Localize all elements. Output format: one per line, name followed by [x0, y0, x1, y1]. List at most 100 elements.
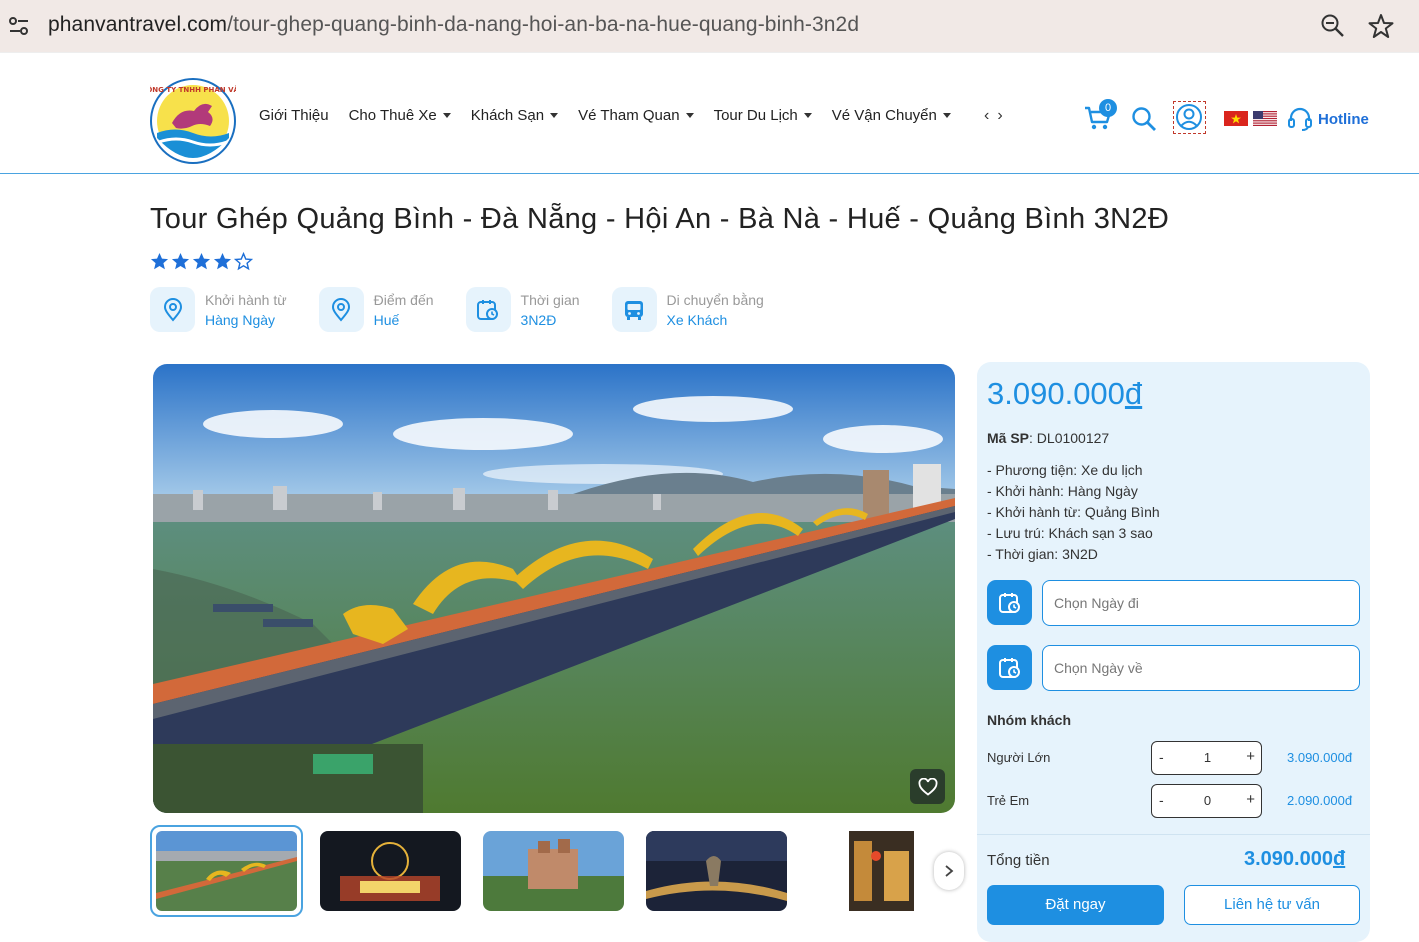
zoom-icon[interactable]	[1320, 13, 1346, 39]
thumbnail-item[interactable]	[804, 831, 945, 911]
nav-label: Giới Thiệu	[259, 107, 329, 124]
tour-info-row: Khởi hành từ Hàng Ngày Điểm đến Huế Thời…	[150, 287, 796, 332]
star-filled-icon	[213, 252, 232, 270]
main-tour-photo[interactable]	[153, 364, 955, 813]
nav-label: Vé Vận Chuyển	[831, 107, 937, 124]
info-icon-box	[318, 287, 364, 332]
language-english-flag[interactable]	[1253, 111, 1277, 126]
info-text: Điểm đến Huế	[374, 292, 434, 328]
adult-quantity-stepper: - 1 +	[1151, 741, 1262, 775]
castle-hill-thumb	[483, 831, 624, 911]
info-label: Khởi hành từ	[205, 291, 287, 308]
depart-date-row: Chọn Ngày đi	[987, 580, 1360, 626]
nav-label: Tour Du Lịch	[713, 107, 798, 124]
browser-url-bar: phanvantravel.com/tour-ghep-quang-binh-d…	[0, 0, 1419, 52]
total-price: 3.090.000đ	[1244, 848, 1345, 871]
star-filled-icon	[150, 252, 169, 270]
golden-bridge-night-thumb	[646, 831, 787, 911]
price-value: 3.090.000	[987, 376, 1125, 411]
rating-stars	[150, 252, 253, 271]
return-date-row: Chọn Ngày về	[987, 645, 1360, 691]
star-filled-icon	[171, 252, 190, 270]
night-festival-thumb	[320, 831, 461, 911]
headset-icon	[1288, 107, 1312, 131]
star-filled-icon	[192, 252, 211, 270]
thumbnail-item[interactable]	[646, 831, 787, 911]
nav-next-button[interactable]: ›	[997, 107, 1010, 124]
thumbnail-item[interactable]	[320, 831, 461, 911]
info-value: Huế	[373, 311, 400, 328]
hotline-link[interactable]: Hotline	[1287, 106, 1369, 132]
user-icon	[1176, 104, 1202, 130]
chevron-right-icon	[945, 865, 954, 877]
info-transport: Di chuyển bằng Xe Khách	[611, 287, 764, 332]
detail-line: - Thời gian: 3N2D	[987, 546, 1098, 562]
nav-khach-san[interactable]: Khách Sạn	[470, 107, 559, 124]
url-text[interactable]: phanvantravel.com/tour-ghep-quang-binh-d…	[48, 13, 859, 37]
user-account-button[interactable]	[1173, 101, 1206, 134]
guest-group-label: Nhóm khách	[987, 712, 1072, 728]
dragon-bridge-thumb	[156, 831, 297, 911]
calendar-clock-icon	[998, 592, 1020, 613]
nav-label: Khách Sạn	[470, 107, 545, 124]
return-calendar-button[interactable]	[987, 645, 1032, 690]
total-label: Tổng tiền	[987, 852, 1050, 869]
nav-label: Vé Tham Quan	[578, 107, 680, 124]
child-label: Trẻ Em	[987, 793, 1030, 808]
caret-down-icon	[803, 113, 812, 118]
increment-button[interactable]: +	[1246, 748, 1255, 765]
caret-down-icon	[685, 113, 694, 118]
thumbnail-item[interactable]	[150, 825, 303, 917]
total-value: 3.090.000	[1244, 848, 1333, 870]
book-now-button[interactable]: Đặt ngay	[987, 885, 1164, 925]
total-currency: đ	[1332, 848, 1346, 870]
nav-cho-thue-xe[interactable]: Cho Thuê Xe	[349, 107, 451, 124]
thumbnail-item[interactable]	[483, 831, 624, 911]
nav-ve-tham-quan[interactable]: Vé Tham Quan	[578, 107, 694, 124]
info-value: Xe Khách	[666, 311, 728, 328]
depart-date-input[interactable]: Chọn Ngày đi	[1042, 580, 1360, 626]
child-quantity-stepper: - 0 +	[1151, 784, 1262, 818]
site-settings-icon[interactable]	[8, 14, 30, 38]
dragon-bridge-photo	[153, 364, 955, 813]
url-path: /tour-ghep-quang-binh-da-nang-hoi-an-ba-…	[227, 13, 860, 36]
detail-line: - Khởi hành: Hàng Ngày	[987, 483, 1138, 499]
thumbnail-next-button[interactable]	[934, 852, 964, 890]
caret-down-icon	[442, 113, 451, 118]
nav-scroll-arrows: ‹›	[984, 107, 1011, 125]
detail-line: - Phương tiện: Xe du lịch	[987, 462, 1143, 478]
info-destination: Điểm đến Huế	[318, 287, 434, 332]
calendar-clock-icon	[998, 657, 1020, 678]
increment-button[interactable]: +	[1246, 791, 1255, 808]
depart-calendar-button[interactable]	[987, 580, 1032, 625]
nav-ve-van-chuyen[interactable]: Vé Vận Chuyển	[832, 107, 951, 124]
nav-label: Cho Thuê Xe	[348, 107, 437, 124]
logo-text: CÔNG TY TNHH PHAN VĂN	[150, 85, 236, 94]
caret-down-icon	[942, 113, 951, 118]
company-logo[interactable]: CÔNG TY TNHH PHAN VĂN	[150, 78, 236, 164]
language-vietnamese-flag[interactable]	[1224, 111, 1248, 126]
star-empty-icon	[234, 252, 253, 271]
info-text: Di chuyển bằng Xe Khách	[667, 292, 764, 328]
info-departure: Khởi hành từ Hàng Ngày	[150, 287, 287, 332]
caret-down-icon	[550, 113, 559, 118]
favorite-button[interactable]	[910, 769, 945, 804]
contact-consult-button[interactable]: Liên hệ tư vấn	[1184, 885, 1360, 925]
nav-tour-du-lich[interactable]: Tour Du Lịch	[714, 107, 812, 124]
return-date-input[interactable]: Chọn Ngày về	[1042, 645, 1360, 691]
heart-icon	[918, 777, 937, 796]
info-text: Khởi hành từ Hàng Ngày	[205, 292, 287, 328]
bookmark-star-icon[interactable]	[1367, 12, 1395, 40]
info-label: Điểm đến	[373, 291, 434, 308]
nav-prev-button[interactable]: ‹	[984, 107, 997, 124]
info-value: Hàng Ngày	[205, 311, 276, 328]
thumbnail-strip	[150, 825, 958, 917]
hotline-label: Hotline	[1318, 110, 1369, 128]
info-text: Thời gian 3N2Đ	[521, 292, 580, 328]
nav-gioi-thieu[interactable]: Giới Thiệu	[259, 107, 329, 124]
panel-divider	[977, 834, 1370, 835]
address-bar[interactable]: phanvantravel.com/tour-ghep-quang-binh-d…	[0, 0, 1419, 52]
calendar-clock-icon	[477, 299, 499, 320]
search-icon[interactable]	[1131, 106, 1157, 132]
info-icon-box	[611, 287, 657, 332]
